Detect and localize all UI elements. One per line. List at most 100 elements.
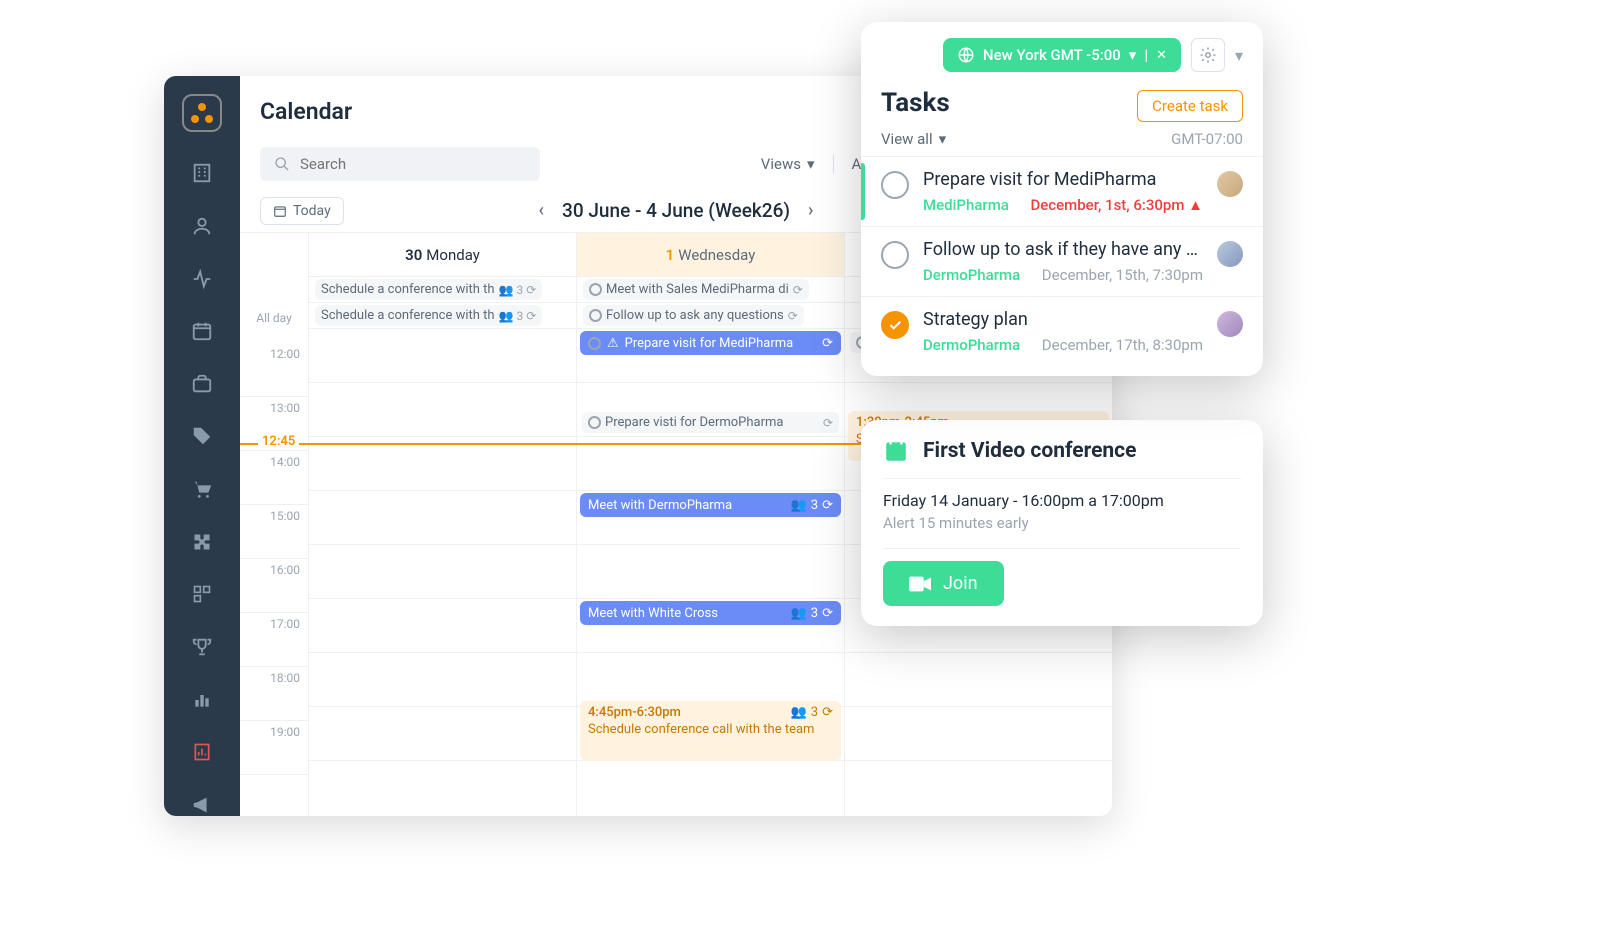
avatar: [1217, 311, 1243, 337]
report-icon[interactable]: [190, 741, 214, 764]
conference-title: First Video conference: [923, 439, 1136, 463]
search-box[interactable]: [260, 147, 540, 181]
event-block[interactable]: Meet with DermoPharma👥3 ⟳: [580, 493, 841, 517]
people-icon: 👥: [791, 498, 807, 513]
refresh-icon: ⟳: [822, 498, 833, 513]
caret-down-icon[interactable]: ▾: [1235, 46, 1243, 65]
hour-label: 17:00: [240, 613, 308, 667]
briefcase-icon[interactable]: [190, 372, 214, 395]
day-column-monday: 30Monday Schedule a conference with th👥3…: [308, 233, 576, 816]
task-date: December, 15th, 7:30pm: [1042, 266, 1203, 284]
hour-label: 19:00: [240, 721, 308, 775]
refresh-icon: ⟳: [822, 606, 833, 621]
allday-row: Schedule a conference with th👥3 ⟳: [309, 277, 576, 303]
calendar-event-icon: [883, 438, 909, 464]
task-date: December, 1st, 6:30pm ▲: [1030, 196, 1203, 214]
hour-label: 18:00: [240, 667, 308, 721]
megaphone-icon[interactable]: [190, 793, 214, 816]
task-chip[interactable]: Meet with Sales MediPharma di⟳: [583, 279, 809, 300]
timezone-chip[interactable]: New York GMT -5:00 ▾ | ✕: [943, 38, 1181, 72]
event-block[interactable]: 4:45pm-6:30pm👥 3 ⟳ Schedule conference c…: [580, 701, 841, 761]
warning-icon: ⚠: [607, 336, 619, 351]
people-icon: 👥: [791, 606, 807, 621]
create-task-button[interactable]: Create task: [1137, 90, 1243, 122]
circle-icon: [589, 309, 602, 322]
task-chip[interactable]: Prepare visti for DermoPharma⟳: [582, 412, 839, 433]
task-date: December, 17th, 8:30pm: [1042, 336, 1203, 354]
caret-down-icon: ▾: [1129, 46, 1137, 64]
allday-row: Schedule a conference with th👥3 ⟳: [309, 303, 576, 329]
tag-icon[interactable]: [190, 425, 214, 448]
prev-week-button[interactable]: ‹: [539, 200, 545, 221]
date-range: ‹ 30 June - 4 June (Week26) ›: [539, 199, 814, 222]
tasks-panel: New York GMT -5:00 ▾ | ✕ ▾ Tasks Create …: [861, 22, 1263, 376]
circle-icon: [589, 283, 602, 296]
app-logo[interactable]: [182, 94, 222, 132]
next-week-button[interactable]: ›: [808, 200, 813, 221]
task-project: DermoPharma: [923, 336, 1020, 354]
conference-panel: First Video conference Friday 14 January…: [861, 420, 1263, 626]
people-icon: 👥: [791, 705, 807, 720]
event-block[interactable]: Meet with White Cross👥3 ⟳: [580, 601, 841, 625]
warning-icon: ▲: [1188, 196, 1203, 214]
close-icon[interactable]: ✕: [1156, 48, 1167, 63]
refresh-icon: ⟳: [793, 283, 803, 297]
timezone-label: GMT-07:00: [1171, 130, 1243, 148]
now-time-label: 12:45: [258, 434, 299, 449]
cart-icon[interactable]: [190, 478, 214, 501]
task-title: Prepare visit for MediPharma: [923, 169, 1203, 190]
bar-chart-icon[interactable]: [190, 688, 214, 711]
task-chip[interactable]: Follow up to ask any questions⟳: [583, 305, 804, 326]
check-icon: [887, 317, 903, 333]
puzzle-icon[interactable]: [190, 530, 214, 553]
search-icon: [274, 156, 290, 172]
conference-date: Friday 14 January - 16:00pm a 17:00pm: [883, 491, 1241, 510]
settings-button[interactable]: [1191, 38, 1225, 72]
caret-down-icon: ▾: [939, 130, 947, 148]
circle-icon: [588, 416, 601, 429]
task-row[interactable]: Strategy plan DermoPharma December, 17th,…: [861, 296, 1263, 366]
day-header: 1Wednesday: [577, 233, 844, 277]
task-row[interactable]: Follow up to ask if they have any q... D…: [861, 226, 1263, 296]
widget-icon[interactable]: [190, 583, 214, 606]
task-title: Strategy plan: [923, 309, 1203, 330]
calendar-icon[interactable]: [190, 320, 214, 343]
task-status-circle[interactable]: [881, 241, 909, 269]
day-header: 30Monday: [309, 233, 576, 277]
people-icon: 👥3 ⟳: [499, 283, 537, 297]
today-button[interactable]: Today: [260, 197, 344, 225]
task-row[interactable]: Prepare visit for MediPharma MediPharma D…: [861, 156, 1263, 226]
task-project: MediPharma: [923, 196, 1009, 214]
search-input[interactable]: [300, 155, 526, 173]
trophy-icon[interactable]: [190, 636, 214, 659]
avatar: [1217, 241, 1243, 267]
caret-down-icon: ▾: [807, 155, 815, 173]
allday-event[interactable]: Schedule a conference with th👥3 ⟳: [315, 305, 542, 326]
calendar-icon: [273, 204, 287, 218]
join-button[interactable]: Join: [883, 561, 1004, 606]
globe-icon: [957, 46, 975, 64]
building-icon[interactable]: [190, 162, 214, 185]
hour-label: 15:00: [240, 505, 308, 559]
task-title: Follow up to ask if they have any q...: [923, 239, 1203, 260]
user-icon[interactable]: [190, 215, 214, 238]
view-all-dropdown[interactable]: View all▾: [881, 130, 946, 148]
allday-label: All day: [240, 277, 308, 325]
video-icon: [909, 576, 931, 592]
hour-label: 14:00: [240, 451, 308, 505]
hour-label: 12:00: [240, 343, 308, 397]
task-status-done[interactable]: [881, 311, 909, 339]
hour-label: 16:00: [240, 559, 308, 613]
refresh-icon: ⟳: [822, 336, 833, 351]
refresh-icon: ⟳: [788, 309, 798, 323]
views-dropdown[interactable]: Views▾: [761, 155, 815, 173]
tasks-title: Tasks: [881, 88, 950, 118]
sidebar: [164, 76, 240, 816]
task-project: DermoPharma: [923, 266, 1020, 284]
allday-event[interactable]: Schedule a conference with th👥3 ⟳: [315, 279, 542, 300]
day-column-wednesday: 1Wednesday Meet with Sales MediPharma di…: [576, 233, 844, 816]
refresh-icon: ⟳: [823, 416, 833, 430]
event-block[interactable]: ⚠Prepare visit for MediPharma⟳: [580, 331, 841, 355]
activity-icon[interactable]: [190, 267, 214, 290]
task-status-circle[interactable]: [881, 171, 909, 199]
